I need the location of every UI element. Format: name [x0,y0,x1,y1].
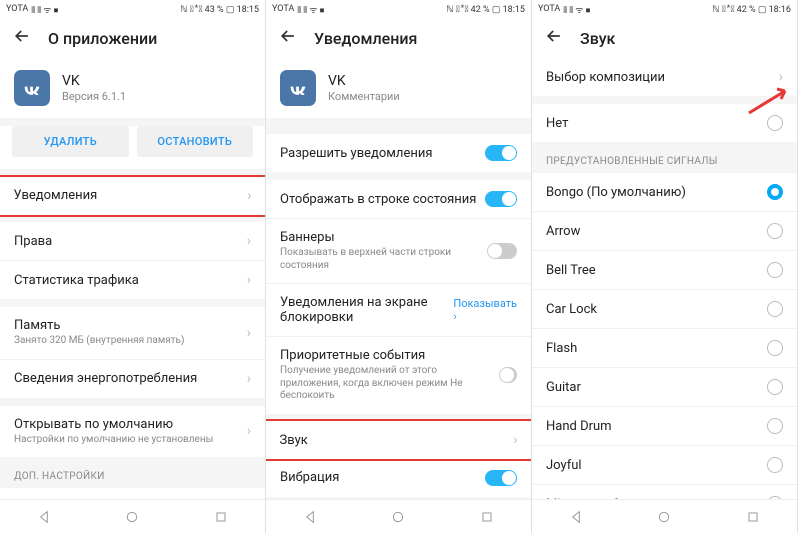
back-icon[interactable] [278,26,298,50]
row-sound-option[interactable]: Arrow [532,212,797,251]
header: О приложении [0,18,265,58]
toggle-allow[interactable] [485,145,517,161]
row-overlay[interactable]: Отображение поверх других приложенийДа › [0,488,265,499]
row-banners[interactable]: БаннерыПоказывать в верхней части строки… [266,219,531,284]
header: Уведомления [266,18,531,58]
section-presets: ПРЕДУСТАНОВЛЕННЫЕ СИГНАЛЫ [532,142,797,173]
app-name: VK [328,73,400,89]
nav-home-icon[interactable] [655,508,673,526]
row-none[interactable]: Нет [532,104,797,142]
nav-home-icon[interactable] [389,508,407,526]
row-sound-option[interactable]: Bell Tree [532,251,797,290]
header: Звук [532,18,797,58]
nav-bar [532,499,797,533]
chevron-right-icon: › [247,272,251,288]
toggle-banners[interactable] [487,243,517,259]
row-sound-option[interactable]: Bongo (По умолчанию) [532,173,797,212]
nav-bar [0,499,265,533]
row-open-default[interactable]: Открывать по умолчаниюНастройки по умолч… [0,406,265,458]
radio-option[interactable] [767,340,783,356]
radio-option[interactable] [767,184,783,200]
row-memory[interactable]: ПамятьЗанято 320 МБ (внутренняя память) … [0,307,265,360]
row-sound-option[interactable]: Car Lock [532,290,797,329]
chevron-right-icon: › [247,233,251,249]
page-title: О приложении [48,29,157,48]
radio-option[interactable] [767,223,783,239]
row-sound-option[interactable]: Flash [532,329,797,368]
app-name: VK [62,73,126,89]
page-title: Звук [580,29,615,48]
back-icon[interactable] [12,26,32,50]
row-rights[interactable]: Права › [0,222,265,261]
row-sound-option[interactable]: Hand Drum [532,407,797,446]
screen-sound: YOTA⫴ ⫴ ᯤ ⏹ ℕ ⃟ ⃰ ⫴ 42 % ▢ 18:16 Звук Вы… [532,0,798,533]
status-bar: YOTA⫴ ⫴ ᯤ ⏹ ℕ ⃟ ⃰ ⫴ 42 % ▢ 18:15 [266,0,531,18]
stop-button[interactable]: ОСТАНОВИТЬ [137,126,254,157]
radio-option[interactable] [767,496,783,499]
radio-option[interactable] [767,457,783,473]
vk-app-icon [14,70,50,106]
row-sound-option[interactable]: Joyful [532,446,797,485]
chevron-right-icon: › [779,69,783,85]
nav-bar [266,499,531,533]
row-choose-composition[interactable]: Выбор композиции › [532,58,797,96]
row-priority[interactable]: Приоритетные событияПолучение уведомлени… [266,337,531,414]
radio-option[interactable] [767,301,783,317]
row-energy[interactable]: Сведения энергопотребления › [0,360,265,398]
nav-recent-icon[interactable] [212,508,230,526]
chevron-right-icon: › [513,432,517,448]
toggle-vibration[interactable] [485,470,517,486]
lockscreen-link[interactable]: Показывать › [453,297,517,323]
screen-app-info: YOTA⫴ ⫴ ᯤ ⏹ ℕ ⃟ ⃰ ⫴ 43 % ▢ 18:15 О прило… [0,0,266,533]
chevron-right-icon: › [247,188,251,204]
row-allow-notifications[interactable]: Разрешить уведомления [266,134,531,172]
row-traffic[interactable]: Статистика трафика › [0,261,265,299]
status-bar: YOTA⫴ ⫴ ᯤ ⏹ ℕ ⃟ ⃰ ⫴ 42 % ▢ 18:16 [532,0,797,18]
status-bar: YOTA⫴ ⫴ ᯤ ⏹ ℕ ⃟ ⃰ ⫴ 43 % ▢ 18:15 [0,0,265,18]
row-notifications[interactable]: Уведомления › [0,175,265,217]
back-icon[interactable] [544,26,564,50]
nav-back-icon[interactable] [35,508,53,526]
app-sub: Комментарии [328,90,400,103]
row-vibration[interactable]: Вибрация [266,459,531,497]
toggle-priority[interactable] [499,367,517,383]
row-sound[interactable]: Звук › [266,419,531,461]
chevron-right-icon: › [247,371,251,387]
delete-button[interactable]: УДАЛИТЬ [12,126,129,157]
chevron-right-icon: › [247,325,251,341]
nav-back-icon[interactable] [301,508,319,526]
section-extra: ДОП. НАСТРОЙКИ [0,457,265,488]
app-header: VK Комментарии [266,58,531,118]
page-title: Уведомления [314,29,417,48]
app-version: Версия 6.1.1 [62,90,126,103]
vk-app-icon [280,70,316,106]
chevron-right-icon: › [247,423,251,439]
radio-option[interactable] [767,262,783,278]
radio-option[interactable] [767,418,783,434]
nav-back-icon[interactable] [567,508,585,526]
nav-recent-icon[interactable] [478,508,496,526]
screen-notifications: YOTA⫴ ⫴ ᯤ ⏹ ℕ ⃟ ⃰ ⫴ 42 % ▢ 18:15 Уведомл… [266,0,532,533]
radio-option[interactable] [767,379,783,395]
app-header: VK Версия 6.1.1 [0,58,265,118]
toggle-statusbar[interactable] [485,191,517,207]
row-sound-option[interactable]: Microwave Oven [532,485,797,499]
row-sound-option[interactable]: Guitar [532,368,797,407]
nav-home-icon[interactable] [123,508,141,526]
nav-recent-icon[interactable] [744,508,762,526]
row-statusbar-show[interactable]: Отображать в строке состояния [266,180,531,219]
row-lockscreen[interactable]: Уведомления на экране блокировки Показыв… [266,284,531,337]
radio-none[interactable] [767,115,783,131]
